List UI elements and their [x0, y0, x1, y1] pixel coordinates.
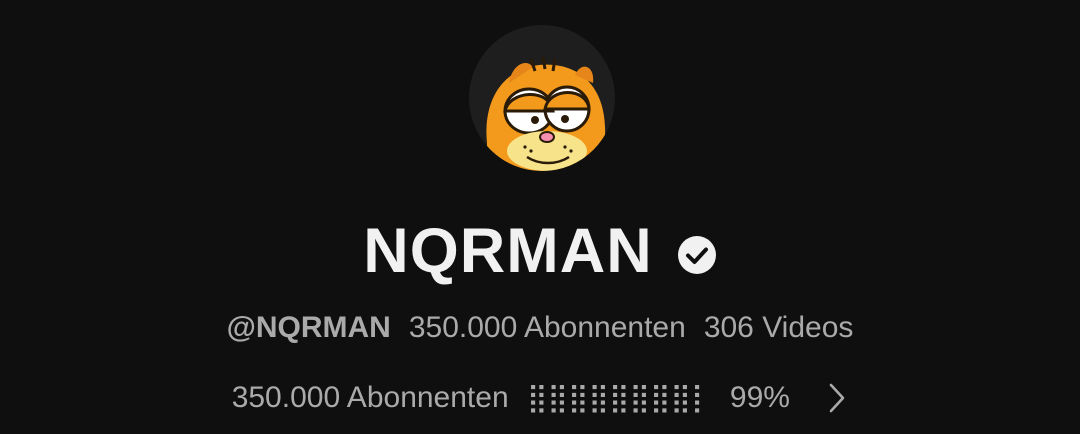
progress-glyphs: ⣿⣿⣿⣿⣿⣿⣿⣿⡇	[526, 381, 712, 415]
video-count: 306 Videos	[703, 311, 854, 344]
garfield-avatar-icon	[469, 25, 615, 171]
subscriber-milestone-row[interactable]: 350.000 Abonnenten ⣿⣿⣿⣿⣿⣿⣿⣿⡇ 99%	[0, 375, 1080, 419]
channel-avatar[interactable]	[469, 25, 615, 171]
channel-meta: @NQRMAN 350.000 Abonnenten 306 Videos	[0, 307, 1080, 349]
verified-check-icon	[677, 236, 716, 274]
subscriber-count: 350.000 Abonnenten	[408, 311, 686, 344]
channel-title-row: NQRMAN	[0, 213, 1080, 289]
milestone-percent: 99%	[729, 381, 790, 415]
channel-handle[interactable]: @NQRMAN	[227, 311, 391, 344]
chevron-right-icon[interactable]	[826, 381, 848, 415]
channel-name: NQRMAN	[363, 216, 653, 286]
milestone-subscriber-count: 350.000 Abonnenten	[231, 381, 509, 415]
